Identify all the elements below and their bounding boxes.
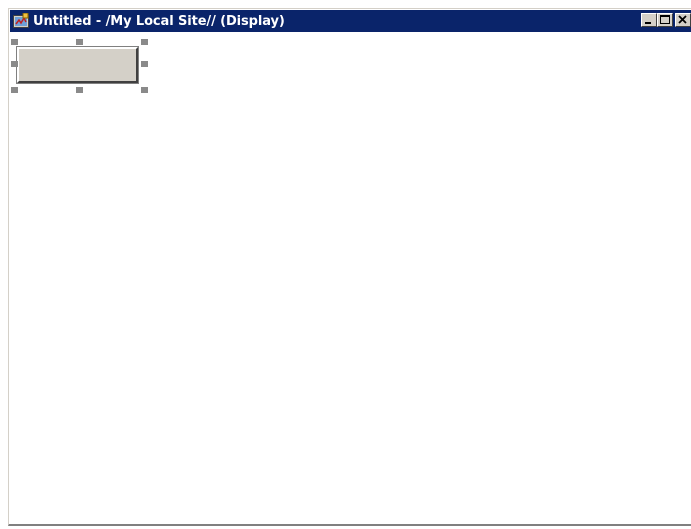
- minimize-icon: [645, 22, 651, 24]
- resize-handle-middle-right[interactable]: [141, 61, 148, 67]
- minimize-button[interactable]: [641, 13, 657, 27]
- display-app-icon[interactable]: [13, 12, 29, 29]
- resize-handle-bottom-right[interactable]: [141, 87, 148, 93]
- display-canvas[interactable]: [10, 32, 691, 524]
- window-title: Untitled - /My Local Site// (Display): [33, 13, 285, 29]
- resize-handle-bottom-left[interactable]: [11, 87, 18, 93]
- title-bar[interactable]: Untitled - /My Local Site// (Display): [10, 10, 691, 32]
- resize-handle-top-right[interactable]: [141, 39, 148, 45]
- resize-handle-top-left[interactable]: [11, 39, 18, 45]
- maximize-icon: [660, 15, 670, 24]
- resize-handle-top-center[interactable]: [76, 39, 83, 45]
- maximize-button[interactable]: [657, 13, 673, 27]
- display-window: Untitled - /My Local Site// (Display): [8, 8, 691, 526]
- resize-handle-bottom-center[interactable]: [76, 87, 83, 93]
- close-icon: [678, 15, 687, 24]
- caption-buttons: [641, 13, 691, 27]
- selected-button-shape[interactable]: [16, 46, 139, 84]
- close-button[interactable]: [675, 13, 691, 27]
- resize-handle-middle-left[interactable]: [11, 61, 18, 67]
